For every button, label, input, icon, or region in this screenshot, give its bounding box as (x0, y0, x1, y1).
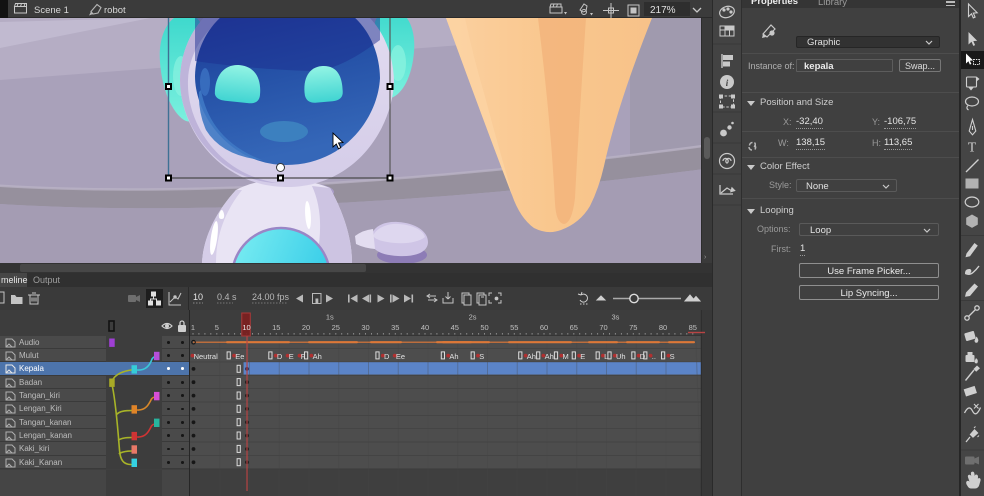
svg-text:65: 65 (570, 323, 578, 332)
svg-text:E: E (580, 352, 585, 361)
svg-text:25: 25 (332, 323, 340, 332)
svg-text:217%: 217% (650, 5, 676, 16)
svg-text:Ee: Ee (396, 352, 405, 361)
svg-text:75: 75 (629, 323, 637, 332)
svg-text:S: S (479, 352, 484, 361)
svg-text:1: 1 (191, 323, 195, 332)
svg-text:80: 80 (659, 323, 667, 332)
svg-text:L: L (604, 352, 608, 361)
svg-text:50: 50 (480, 323, 488, 332)
svg-text:Ah: Ah (545, 352, 554, 361)
svg-text:15: 15 (272, 323, 280, 332)
svg-text:20: 20 (302, 323, 310, 332)
svg-text:1s: 1s (326, 313, 334, 322)
svg-text:70: 70 (599, 323, 607, 332)
svg-text:10: 10 (242, 323, 250, 332)
svg-text:60: 60 (540, 323, 548, 332)
svg-text:robot: robot (104, 5, 126, 16)
svg-text:D: D (384, 352, 390, 361)
svg-text:2s: 2s (469, 313, 477, 322)
svg-text:5: 5 (215, 323, 219, 332)
svg-text:D: D (277, 352, 283, 361)
svg-text:S: S (670, 352, 675, 361)
svg-text:Ah: Ah (449, 352, 458, 361)
svg-text:30: 30 (361, 323, 369, 332)
svg-text:3s: 3s (611, 313, 619, 322)
svg-text:85: 85 (689, 323, 697, 332)
svg-text:D: D (640, 352, 646, 361)
svg-text:Uh: Uh (616, 352, 626, 361)
svg-text:45: 45 (451, 323, 459, 332)
svg-text:24.00 fps: 24.00 fps (252, 292, 290, 302)
svg-text:Ah: Ah (527, 352, 536, 361)
svg-text:..: .. (652, 352, 656, 361)
svg-text:0.4 s: 0.4 s (217, 292, 237, 302)
svg-text:E: E (289, 352, 294, 361)
svg-text:35: 35 (391, 323, 399, 332)
svg-text:Ee: Ee (235, 352, 244, 361)
svg-text:F: F (301, 352, 306, 361)
svg-text:Ah: Ah (313, 352, 322, 361)
svg-text:M: M (563, 352, 569, 361)
svg-text:Neutral: Neutral (194, 352, 219, 361)
svg-text:55: 55 (510, 323, 518, 332)
svg-text:T: T (968, 140, 977, 155)
svg-text:10: 10 (193, 292, 203, 302)
svg-text:Scene 1: Scene 1 (34, 5, 69, 16)
svg-text:40: 40 (421, 323, 429, 332)
